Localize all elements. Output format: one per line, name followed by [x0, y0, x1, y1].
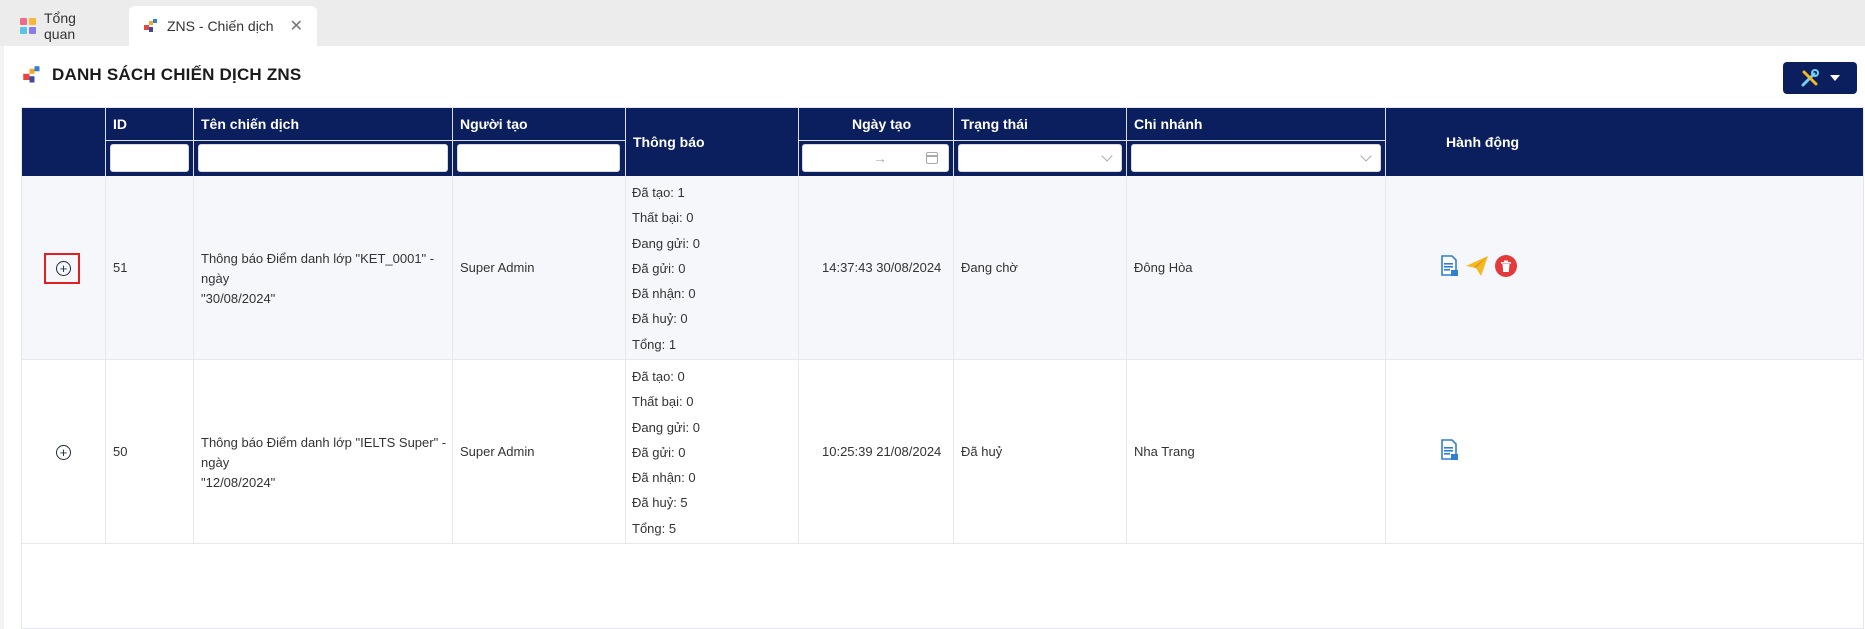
row-notification-stats: Đã tạo: 1 Thất bại: 0 Đang gửi: 0 Đã gửi…: [632, 182, 700, 359]
col-created-date-header: Ngày tạo: [852, 116, 912, 132]
expand-row-icon[interactable]: +: [56, 445, 71, 460]
campaign-name-line: "30/08/2024": [201, 291, 276, 306]
row-id: 51: [113, 260, 128, 275]
col-notification-header: Thông báo: [633, 134, 705, 150]
chevron-down-icon: [1360, 150, 1372, 162]
close-icon[interactable]: ✕: [290, 16, 303, 36]
dashboard-grid-icon: [20, 18, 36, 34]
col-status-header: Trạng thái: [961, 116, 1028, 132]
stat-failed: Thất bại: 0: [632, 394, 694, 410]
col-id-header: ID: [113, 116, 127, 132]
zns-logo-icon: [23, 66, 40, 83]
row-actions: [1439, 439, 1459, 461]
row-creator: Super Admin: [460, 260, 535, 275]
page-header: DANH SÁCH CHIẾN DỊCH ZNS: [22, 62, 301, 88]
col-actions-header: Hành động: [1446, 134, 1520, 150]
row-creator: Super Admin: [460, 444, 535, 459]
name-filter-input[interactable]: [198, 144, 448, 172]
col-creator-header: Người tạo: [460, 116, 528, 132]
row-status: Đang chờ: [961, 260, 1018, 275]
row-id: 50: [113, 444, 128, 459]
row-created-at: 14:37:43 30/08/2024: [822, 260, 942, 275]
table-row: + 51 Thông báo Điểm danh lớp "KET_0001" …: [22, 176, 1863, 360]
calendar-icon: [926, 152, 938, 164]
branch-filter-select[interactable]: [1131, 144, 1381, 172]
stat-created: Đã tạo: 1: [632, 185, 685, 200]
stat-cancelled: Đã huỷ: 5: [632, 495, 688, 511]
stat-received: Đã nhận: 0: [632, 286, 696, 302]
page-title: DANH SÁCH CHIẾN DỊCH ZNS: [52, 65, 302, 84]
status-filter-select[interactable]: [958, 144, 1122, 172]
creator-filter-input[interactable]: [457, 144, 620, 172]
tab-zns-campaign[interactable]: ZNS - Chiến dịch ✕: [129, 6, 317, 46]
stat-cancelled: Đã huỷ: 0: [632, 311, 688, 327]
id-filter-input[interactable]: [110, 144, 189, 172]
tools-dropdown-button[interactable]: [1783, 62, 1857, 94]
stat-sending: Đang gửi: 0: [632, 235, 700, 251]
stat-sending: Đang gửi: 0: [632, 419, 700, 435]
delete-trash-icon[interactable]: [1495, 255, 1517, 277]
row-notification-stats: Đã tạo: 0 Thất bại: 0 Đang gửi: 0 Đã gửi…: [632, 366, 700, 543]
row-campaign-name: Thông báo Điểm danh lớp "IELTS Super" - …: [201, 433, 451, 493]
campaign-table: ID Tên chiến dịch Người tạo Thông báo Ng…: [21, 107, 1864, 629]
table-row: + 50 Thông báo Điểm danh lớp "IELTS Supe…: [22, 360, 1863, 544]
stat-failed: Thất bại: 0: [632, 210, 694, 226]
col-name-header: Tên chiến dịch: [201, 116, 300, 132]
row-branch: Đông Hòa: [1134, 260, 1193, 275]
range-arrow-icon: →: [873, 150, 887, 166]
campaign-name-line: Thông báo Điểm danh lớp "KET_0001" - ngà…: [201, 251, 435, 286]
row-actions: [1439, 255, 1517, 277]
row-status: Đã huỷ: [961, 444, 1003, 459]
send-paper-plane-icon[interactable]: [1465, 255, 1489, 277]
export-doc-icon[interactable]: [1439, 439, 1459, 461]
caret-down-icon: [1830, 75, 1840, 81]
campaign-name-line: "12/08/2024": [201, 475, 276, 490]
row-campaign-name: Thông báo Điểm danh lớp "KET_0001" - ngà…: [201, 249, 451, 309]
date-range-filter[interactable]: →: [802, 144, 949, 172]
tab-overview[interactable]: Tổng quan: [6, 6, 122, 46]
stat-received: Đã nhận: 0: [632, 470, 696, 486]
row-branch: Nha Trang: [1134, 444, 1195, 459]
campaign-name-line: Thông báo Điểm danh lớp "IELTS Super" - …: [201, 435, 447, 470]
expand-row-icon[interactable]: +: [56, 261, 71, 276]
stat-created: Đã tạo: 0: [632, 369, 685, 384]
export-doc-icon[interactable]: [1439, 255, 1459, 277]
row-created-at: 10:25:39 21/08/2024: [822, 444, 942, 459]
main-panel: DANH SÁCH CHIẾN DỊCH ZNS ID Tên chiến dị…: [4, 46, 1865, 629]
stat-total: Tổng: 5: [632, 520, 677, 536]
tools-icon: [1801, 69, 1819, 87]
stat-sent: Đã gửi: 0: [632, 444, 686, 460]
stat-sent: Đã gửi: 0: [632, 260, 686, 276]
stat-total: Tổng: 1: [632, 336, 677, 352]
tab-label: Tổng quan: [44, 10, 76, 42]
zns-logo-icon: [144, 19, 157, 32]
tab-bar: Tổng quan ZNS - Chiến dịch ✕: [0, 0, 1865, 46]
chevron-down-icon: [1101, 150, 1113, 162]
col-branch-header: Chi nhánh: [1134, 116, 1203, 132]
tab-label: ZNS - Chiến dịch: [167, 18, 274, 34]
table-header: ID Tên chiến dịch Người tạo Thông báo Ng…: [22, 108, 1863, 176]
